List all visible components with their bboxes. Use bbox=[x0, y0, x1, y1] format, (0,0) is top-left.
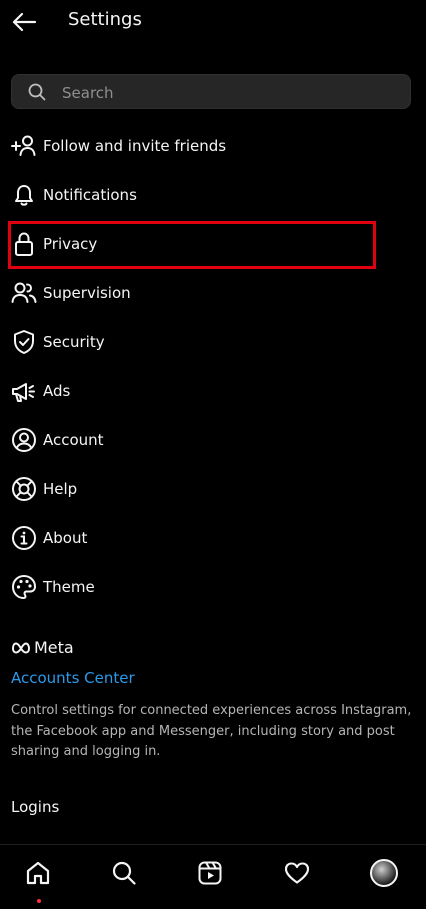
menu-item-security[interactable]: Security bbox=[0, 317, 426, 366]
menu-item-label: About bbox=[43, 528, 88, 547]
back-button[interactable] bbox=[9, 8, 39, 36]
highlight-box bbox=[8, 221, 376, 269]
home-icon bbox=[26, 861, 50, 885]
bell-icon bbox=[11, 182, 37, 208]
search-bar[interactable] bbox=[11, 74, 411, 110]
menu-item-label: Account bbox=[43, 430, 104, 449]
megaphone-icon bbox=[11, 378, 37, 404]
meta-brand-text: Meta bbox=[34, 638, 74, 657]
profile-avatar bbox=[370, 859, 398, 887]
accounts-center-link[interactable]: Accounts Center bbox=[11, 669, 135, 687]
people-icon bbox=[11, 280, 37, 306]
shield-check-icon bbox=[11, 329, 37, 355]
add-person-icon bbox=[11, 133, 37, 159]
menu-item-theme[interactable]: Theme bbox=[0, 562, 426, 611]
menu-item-supervision[interactable]: Supervision bbox=[0, 268, 426, 317]
menu-item-label: Security bbox=[43, 332, 105, 351]
header: Settings bbox=[0, 0, 426, 44]
lifebuoy-icon bbox=[11, 476, 37, 502]
menu-item-label: Notifications bbox=[43, 185, 137, 204]
menu-item-follow-invite[interactable]: Follow and invite friends bbox=[0, 121, 426, 170]
nav-search-button[interactable] bbox=[104, 853, 144, 893]
menu-item-label: Ads bbox=[43, 381, 71, 400]
search-icon bbox=[28, 83, 46, 101]
search-input[interactable] bbox=[60, 75, 394, 110]
menu-item-label: Follow and invite friends bbox=[43, 136, 227, 155]
nav-reels-button[interactable] bbox=[190, 853, 230, 893]
reels-icon bbox=[198, 861, 222, 885]
menu-item-about[interactable]: About bbox=[0, 513, 426, 562]
menu-item-label: Theme bbox=[43, 577, 95, 596]
bottom-nav bbox=[0, 844, 426, 909]
menu-item-ads[interactable]: Ads bbox=[0, 366, 426, 415]
nav-activity-button[interactable] bbox=[277, 853, 317, 893]
home-active-indicator bbox=[37, 899, 41, 903]
meta-logo-icon bbox=[11, 641, 31, 654]
menu-item-notifications[interactable]: Notifications bbox=[0, 170, 426, 219]
info-icon bbox=[11, 525, 37, 551]
heart-icon bbox=[284, 862, 310, 884]
menu-item-help[interactable]: Help bbox=[0, 464, 426, 513]
nav-home-button[interactable] bbox=[18, 853, 58, 893]
logins-heading: Logins bbox=[11, 798, 60, 816]
search-icon bbox=[112, 861, 136, 885]
accounts-center-description: Control settings for connected experienc… bbox=[11, 703, 412, 759]
menu-item-account[interactable]: Account bbox=[0, 415, 426, 464]
nav-profile-button[interactable] bbox=[364, 853, 404, 893]
meta-brand: Meta bbox=[11, 638, 74, 657]
menu-item-label: Supervision bbox=[43, 283, 131, 302]
page-title: Settings bbox=[68, 9, 142, 30]
palette-icon bbox=[11, 574, 37, 600]
menu-item-label: Help bbox=[43, 479, 78, 498]
arrow-left-icon bbox=[12, 12, 37, 32]
person-circle-icon bbox=[11, 427, 37, 453]
